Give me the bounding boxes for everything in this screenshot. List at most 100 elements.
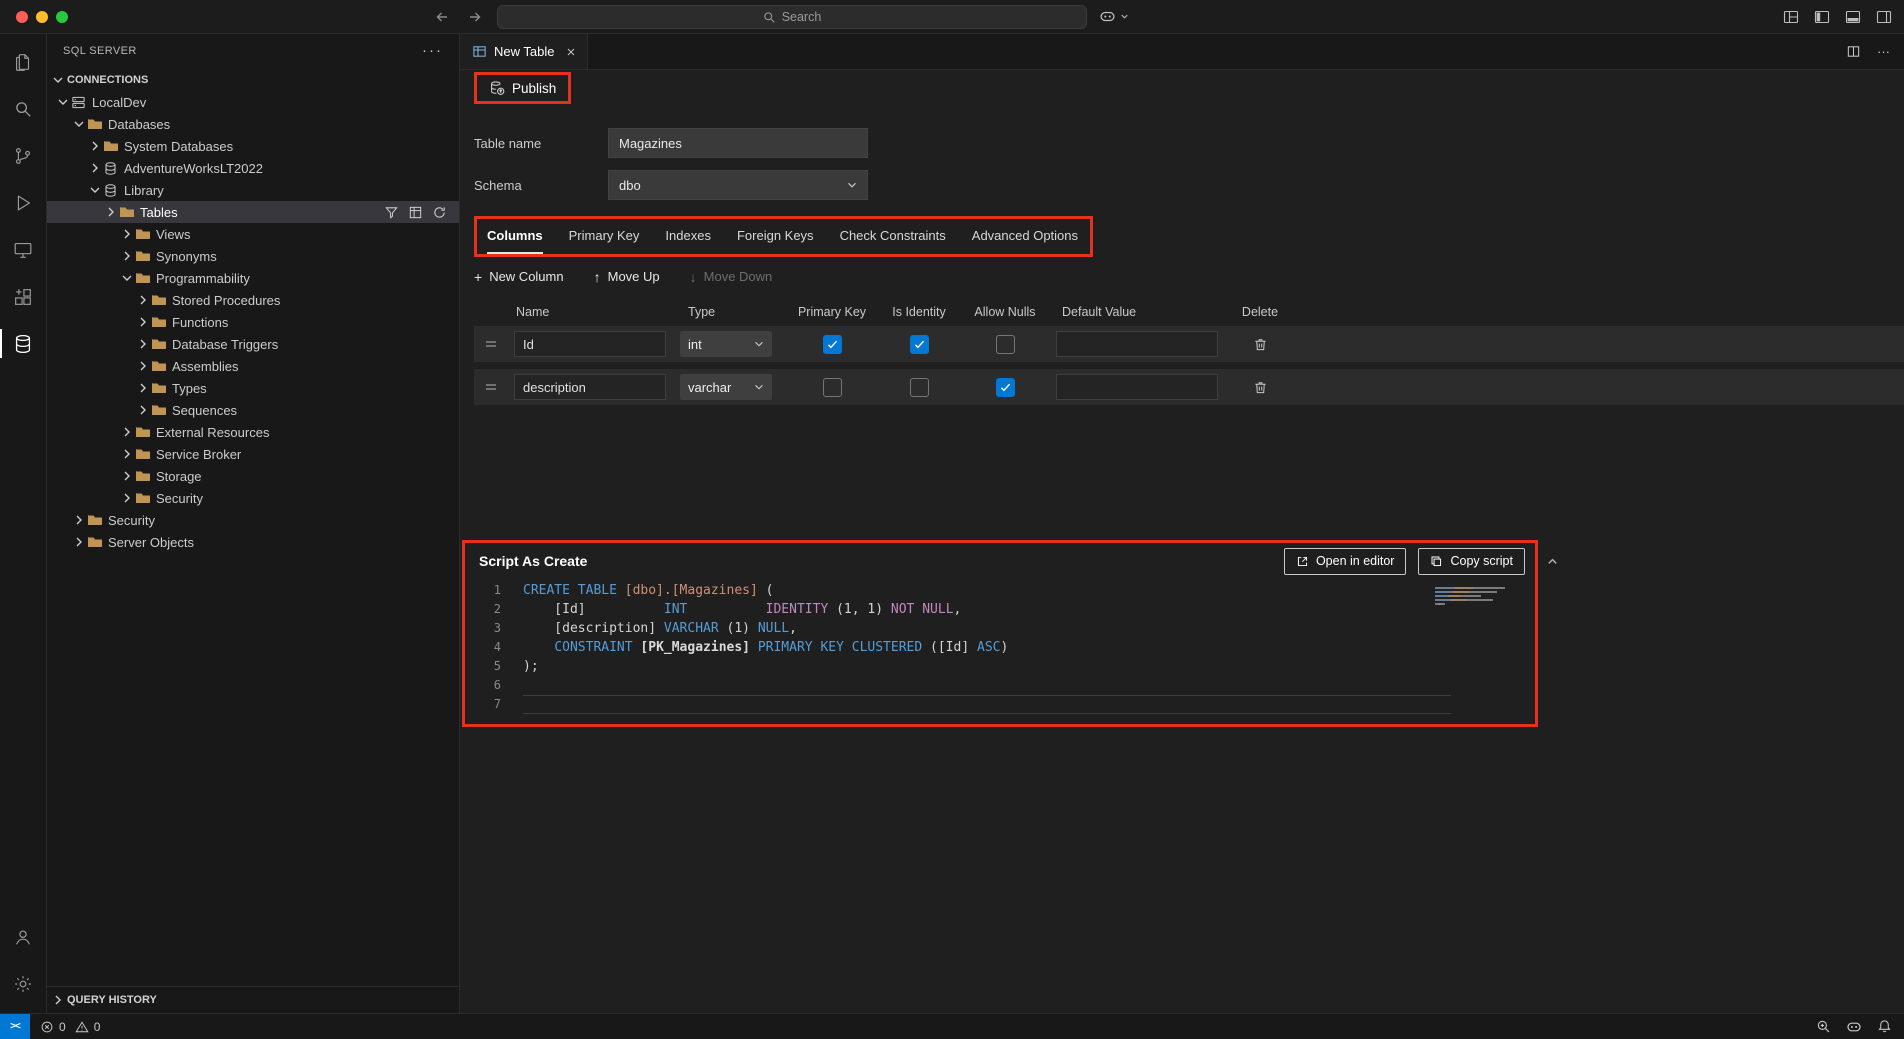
chevron-down-icon[interactable] bbox=[87, 182, 103, 198]
code-line-2[interactable]: 2 [Id] INT IDENTITY (1, 1) NOT NULL, bbox=[465, 600, 1535, 619]
code-line-7[interactable]: 7 bbox=[465, 695, 1535, 714]
split-editor-icon[interactable] bbox=[1846, 44, 1861, 59]
remote-indicator[interactable]: >< bbox=[0, 1014, 30, 1039]
new-table-icon[interactable] bbox=[408, 205, 423, 220]
column-type-select[interactable]: varchar bbox=[680, 374, 772, 400]
chevron-right-icon[interactable] bbox=[71, 512, 87, 528]
chevron-right-icon[interactable] bbox=[87, 138, 103, 154]
column-type-select[interactable]: int bbox=[680, 331, 772, 357]
activity-settings-gear-icon[interactable] bbox=[0, 960, 47, 1007]
zoom-icon[interactable] bbox=[1816, 1019, 1831, 1034]
problems-indicator[interactable]: 0 0 bbox=[40, 1020, 104, 1034]
connections-section-header[interactable]: CONNECTIONS bbox=[47, 68, 459, 91]
bell-icon[interactable] bbox=[1877, 1019, 1892, 1034]
activity-accounts-icon[interactable] bbox=[0, 913, 47, 960]
minimize-window-button[interactable] bbox=[36, 11, 48, 23]
move-up-button[interactable]: ↑Move Up bbox=[594, 269, 660, 284]
tree-item-tables[interactable]: Tables bbox=[47, 201, 459, 223]
tab-new-table[interactable]: New Table bbox=[460, 34, 588, 69]
designer-tab-indexes[interactable]: Indexes bbox=[665, 228, 711, 254]
chevron-right-icon[interactable] bbox=[119, 446, 135, 462]
copy-script-button[interactable]: Copy script bbox=[1418, 548, 1525, 575]
designer-tab-check-constraints[interactable]: Check Constraints bbox=[840, 228, 946, 254]
tree-item-views[interactable]: Views bbox=[47, 223, 459, 245]
copilot-menu[interactable] bbox=[1099, 8, 1130, 25]
toggle-panel-icon[interactable] bbox=[1845, 9, 1861, 25]
designer-tab-foreign-keys[interactable]: Foreign Keys bbox=[737, 228, 814, 254]
chevron-down-icon[interactable] bbox=[119, 270, 135, 286]
activity-explorer-icon[interactable] bbox=[0, 38, 47, 85]
chevron-right-icon[interactable] bbox=[135, 314, 151, 330]
activity-source-control-icon[interactable] bbox=[0, 132, 47, 179]
publish-button[interactable]: Publish bbox=[477, 75, 568, 101]
activity-remote-explorer-icon[interactable] bbox=[0, 226, 47, 273]
default-value-input[interactable] bbox=[1056, 374, 1218, 400]
tree-item-storage[interactable]: Storage bbox=[47, 465, 459, 487]
tree-item-databases[interactable]: Databases bbox=[47, 113, 459, 135]
chevron-right-icon[interactable] bbox=[135, 358, 151, 374]
code-line-4[interactable]: 4 CONSTRAINT [PK_Magazines] PRIMARY KEY … bbox=[465, 638, 1535, 657]
scroll-up-icon[interactable] bbox=[1545, 554, 1560, 569]
tree-item-synonyms[interactable]: Synonyms bbox=[47, 245, 459, 267]
allow-nulls-checkbox[interactable] bbox=[996, 335, 1015, 354]
search-command-center[interactable]: Search bbox=[497, 5, 1087, 29]
more-actions-icon[interactable]: ··· bbox=[422, 46, 443, 56]
more-actions-icon[interactable]: ··· bbox=[1877, 44, 1890, 59]
maximize-window-button[interactable] bbox=[56, 11, 68, 23]
table-name-input[interactable] bbox=[608, 128, 868, 158]
toggle-sidebar-icon[interactable] bbox=[1814, 9, 1830, 25]
copilot-icon[interactable] bbox=[1846, 1019, 1862, 1035]
close-window-button[interactable] bbox=[16, 11, 28, 23]
activity-run-debug-icon[interactable] bbox=[0, 179, 47, 226]
chevron-right-icon[interactable] bbox=[135, 380, 151, 396]
tree-item-sequences[interactable]: Sequences bbox=[47, 399, 459, 421]
chevron-right-icon[interactable] bbox=[135, 336, 151, 352]
chevron-right-icon[interactable] bbox=[87, 160, 103, 176]
designer-tab-primary-key[interactable]: Primary Key bbox=[569, 228, 640, 254]
drag-handle-icon[interactable] bbox=[483, 336, 499, 352]
chevron-right-icon[interactable] bbox=[135, 292, 151, 308]
new-column-button[interactable]: +New Column bbox=[474, 269, 564, 284]
tree-item-database-triggers[interactable]: Database Triggers bbox=[47, 333, 459, 355]
allow-nulls-checkbox[interactable] bbox=[996, 378, 1015, 397]
activity-sql-server-icon[interactable] bbox=[0, 320, 47, 367]
chevron-right-icon[interactable] bbox=[103, 204, 119, 220]
chevron-right-icon[interactable] bbox=[119, 226, 135, 242]
chevron-right-icon[interactable] bbox=[119, 248, 135, 264]
default-value-input[interactable] bbox=[1056, 331, 1218, 357]
forward-icon[interactable] bbox=[467, 9, 483, 25]
column-name-input[interactable] bbox=[514, 331, 666, 357]
delete-icon[interactable] bbox=[1253, 380, 1268, 395]
chevron-down-icon[interactable] bbox=[55, 94, 71, 110]
tree-item-stored-procedures[interactable]: Stored Procedures bbox=[47, 289, 459, 311]
back-icon[interactable] bbox=[434, 9, 450, 25]
tree-item-external-resources[interactable]: External Resources bbox=[47, 421, 459, 443]
chevron-right-icon[interactable] bbox=[119, 468, 135, 484]
toggle-secondary-sidebar-icon[interactable] bbox=[1876, 9, 1892, 25]
activity-extensions-icon[interactable] bbox=[0, 273, 47, 320]
script-code-editor[interactable]: 1CREATE TABLE [dbo].[Magazines] (2 [Id] … bbox=[465, 579, 1535, 724]
tree-item-types[interactable]: Types bbox=[47, 377, 459, 399]
activity-search-icon[interactable] bbox=[0, 85, 47, 132]
customize-layout-icon[interactable] bbox=[1783, 9, 1799, 25]
tree-item-programmability[interactable]: Programmability bbox=[47, 267, 459, 289]
tree-item-service-broker[interactable]: Service Broker bbox=[47, 443, 459, 465]
tree-item-server-objects[interactable]: Server Objects bbox=[47, 531, 459, 553]
open-in-editor-button[interactable]: Open in editor bbox=[1284, 548, 1407, 575]
tree-item-system-databases[interactable]: System Databases bbox=[47, 135, 459, 157]
chevron-right-icon[interactable] bbox=[119, 490, 135, 506]
minimap[interactable] bbox=[1435, 587, 1509, 607]
column-name-input[interactable] bbox=[514, 374, 666, 400]
drag-handle-icon[interactable] bbox=[483, 379, 499, 395]
primary-key-checkbox[interactable] bbox=[823, 378, 842, 397]
tree-item-library[interactable]: Library bbox=[47, 179, 459, 201]
tree-item-adventureworkslt2022[interactable]: AdventureWorksLT2022 bbox=[47, 157, 459, 179]
tree-item-localdev[interactable]: LocalDev bbox=[47, 91, 459, 113]
chevron-down-icon[interactable] bbox=[71, 116, 87, 132]
tree-item-assemblies[interactable]: Assemblies bbox=[47, 355, 459, 377]
filter-icon[interactable] bbox=[384, 205, 399, 220]
refresh-icon[interactable] bbox=[432, 205, 447, 220]
query-history-section-header[interactable]: QUERY HISTORY bbox=[47, 986, 459, 1013]
close-icon[interactable] bbox=[565, 46, 577, 58]
is-identity-checkbox[interactable] bbox=[910, 335, 929, 354]
